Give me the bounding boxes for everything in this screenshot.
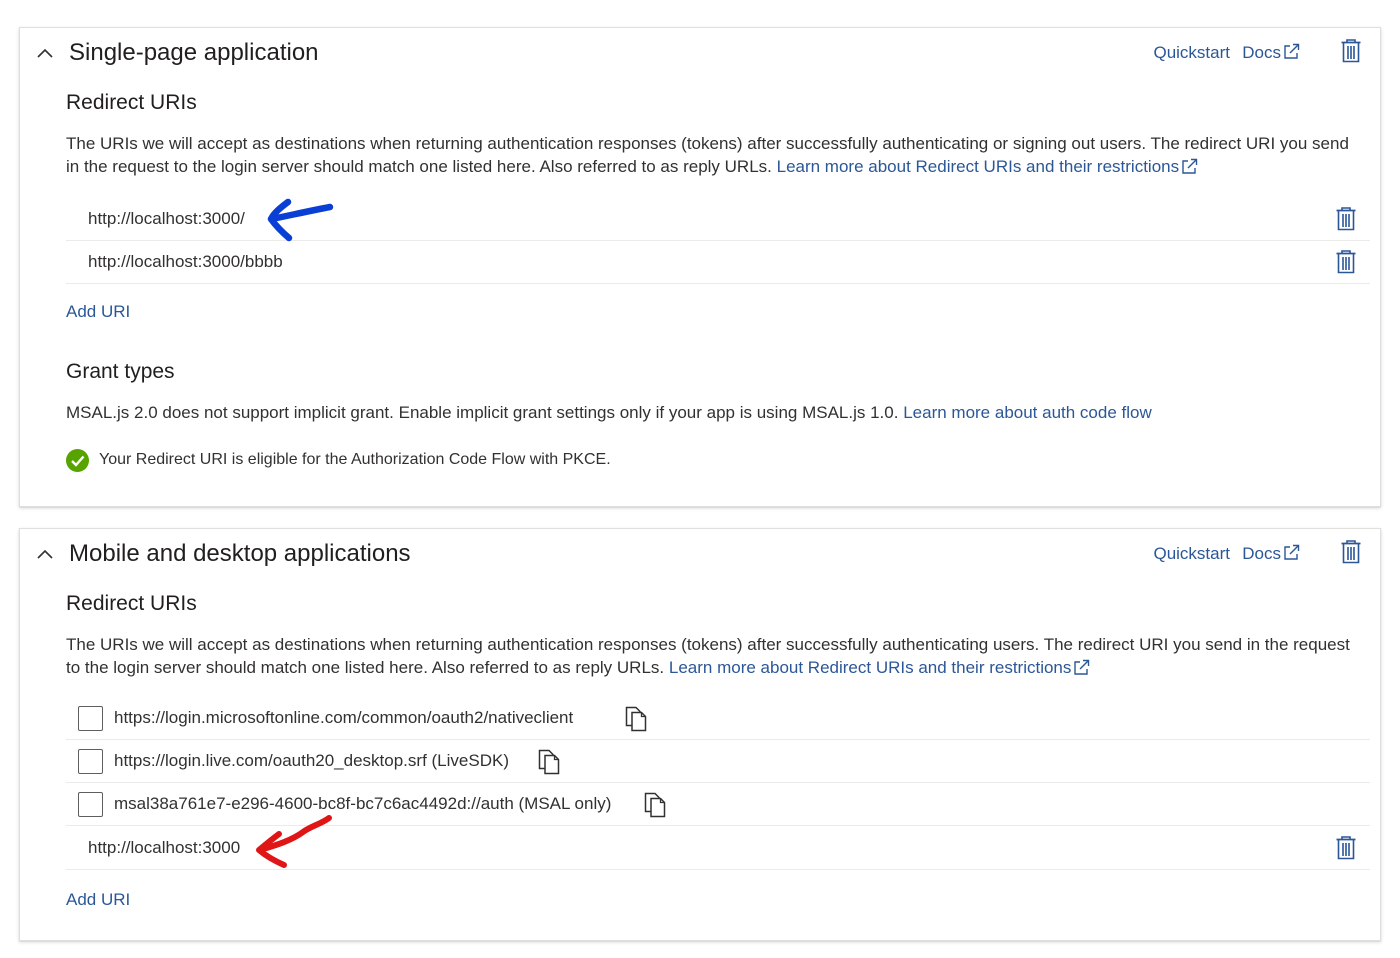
pkce-eligibility-text: Your Redirect URI is eligible for the Au… bbox=[99, 451, 611, 468]
mobile-card-header: Mobile and desktop applications Quicksta… bbox=[20, 529, 1380, 581]
mobile-docs-link[interactable]: Docs bbox=[1242, 544, 1300, 564]
copy-icon[interactable] bbox=[644, 792, 666, 818]
spa-uri-row: http://localhost:3000/ bbox=[66, 198, 1370, 241]
spa-uri-row: http://localhost:3000/bbbb bbox=[66, 241, 1370, 284]
spa-redirect-uris-heading: Redirect URIs bbox=[66, 91, 197, 114]
spa-redirect-description: The URIs we will accept as destinations … bbox=[66, 134, 1349, 176]
check-circle-icon bbox=[66, 449, 89, 472]
suggested-uri-text: https://login.live.com/oauth20_desktop.s… bbox=[114, 751, 509, 770]
spa-platform-card: Single-page application Quickstart Docs … bbox=[19, 27, 1381, 507]
mobile-add-uri-link[interactable]: Add URI bbox=[66, 890, 130, 910]
copy-icon[interactable] bbox=[625, 706, 647, 732]
spa-quickstart-link[interactable]: Quickstart bbox=[1153, 43, 1230, 63]
auth-code-flow-learn-more-link[interactable]: Learn more about auth code flow bbox=[903, 403, 1152, 422]
mobile-card-title: Mobile and desktop applications bbox=[69, 540, 411, 567]
custom-uri-row: http://localhost:3000 bbox=[66, 827, 1370, 870]
spa-uri-text[interactable]: http://localhost:3000/bbbb bbox=[88, 252, 283, 272]
mobile-quickstart-link[interactable]: Quickstart bbox=[1153, 544, 1230, 564]
spa-card-title: Single-page application bbox=[69, 39, 319, 66]
external-link-icon bbox=[1283, 43, 1300, 60]
spa-card-header: Single-page application Quickstart Docs bbox=[20, 28, 1380, 80]
delete-uri-trash-icon[interactable] bbox=[1336, 836, 1356, 860]
mobile-desktop-platform-card: Mobile and desktop applications Quicksta… bbox=[19, 528, 1381, 941]
delete-uri-trash-icon[interactable] bbox=[1336, 207, 1356, 231]
mobile-redirect-uris-heading: Redirect URIs bbox=[66, 592, 197, 615]
spa-redirect-learn-more-link[interactable]: Learn more about Redirect URIs and their… bbox=[777, 157, 1199, 176]
suggested-uri-row: https://login.microsoftonline.com/common… bbox=[66, 697, 1370, 740]
spa-add-uri-link[interactable]: Add URI bbox=[66, 302, 130, 322]
delete-platform-trash-icon[interactable] bbox=[1340, 540, 1362, 564]
external-link-icon bbox=[1073, 659, 1090, 676]
delete-uri-trash-icon[interactable] bbox=[1336, 250, 1356, 274]
delete-platform-trash-icon[interactable] bbox=[1340, 39, 1362, 63]
suggested-uri-text: msal38a761e7-e296-4600-bc8f-bc7c6ac4492d… bbox=[114, 794, 612, 813]
copy-icon[interactable] bbox=[538, 749, 560, 775]
grant-types-heading: Grant types bbox=[66, 360, 175, 383]
chevron-up-icon[interactable] bbox=[36, 545, 54, 563]
external-link-icon bbox=[1283, 544, 1300, 561]
suggested-uri-row: msal38a761e7-e296-4600-bc8f-bc7c6ac4492d… bbox=[66, 783, 1370, 826]
custom-uri-text[interactable]: http://localhost:3000 bbox=[88, 838, 240, 858]
mobile-redirect-description: The URIs we will accept as destinations … bbox=[66, 635, 1350, 677]
spa-uri-text[interactable]: http://localhost:3000/ bbox=[88, 209, 245, 229]
suggested-uri-text: https://login.microsoftonline.com/common… bbox=[114, 708, 574, 727]
spa-docs-link[interactable]: Docs bbox=[1242, 43, 1300, 63]
suggested-uri-checkbox[interactable] bbox=[78, 706, 103, 731]
suggested-uri-checkbox[interactable] bbox=[78, 792, 103, 817]
suggested-uri-row: https://login.live.com/oauth20_desktop.s… bbox=[66, 740, 1370, 783]
grant-types-description: MSAL.js 2.0 does not support implicit gr… bbox=[66, 403, 1152, 422]
suggested-uri-checkbox[interactable] bbox=[78, 749, 103, 774]
external-link-icon bbox=[1181, 158, 1198, 175]
mobile-redirect-learn-more-link[interactable]: Learn more about Redirect URIs and their… bbox=[669, 658, 1091, 677]
chevron-up-icon[interactable] bbox=[36, 44, 54, 62]
